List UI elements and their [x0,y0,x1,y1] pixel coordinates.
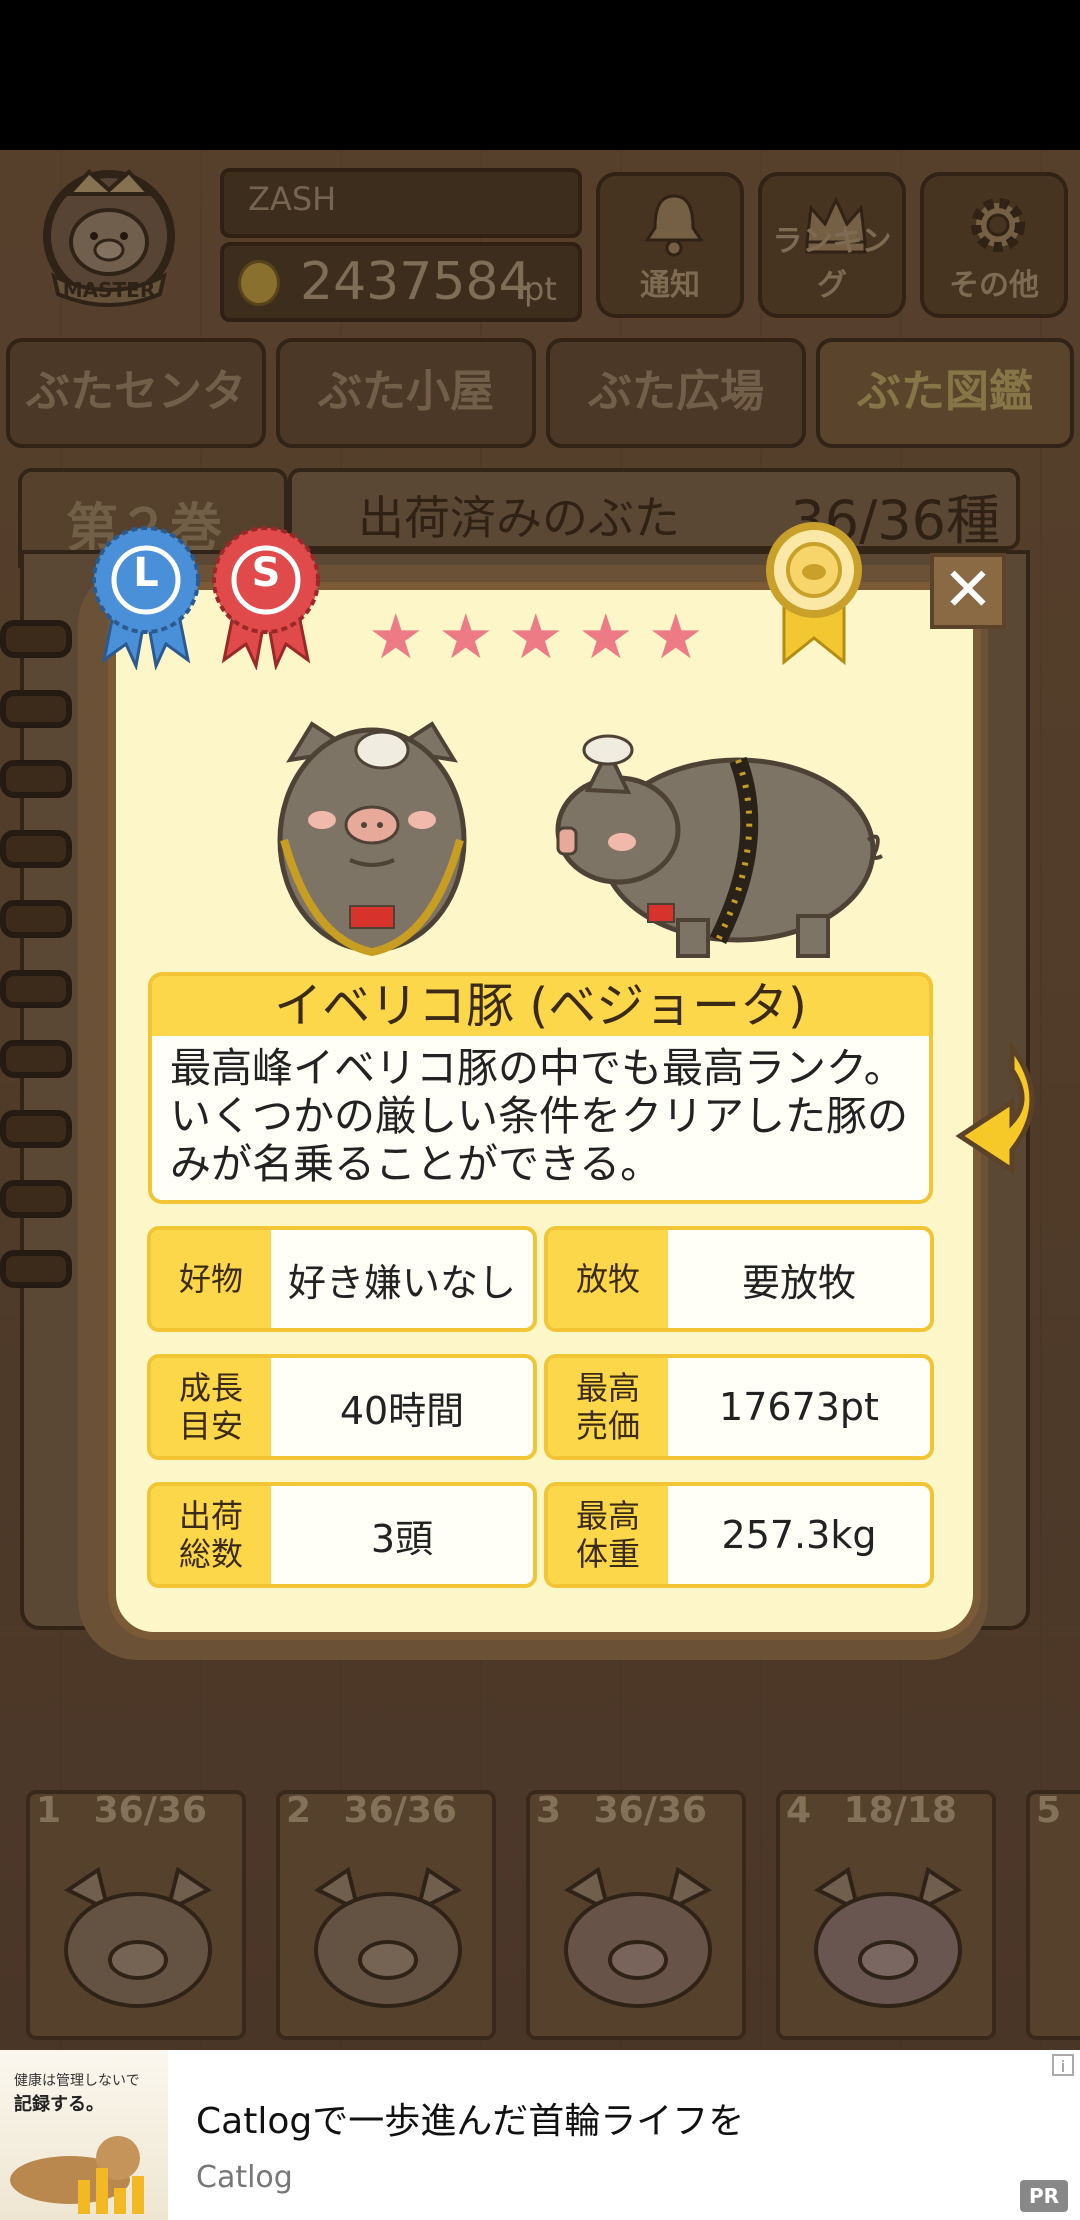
stat-value: 17673pt [719,1385,879,1429]
ranking-button[interactable]: ランキング [758,172,906,318]
points-value: 2437584 [300,252,532,312]
ad-headline[interactable]: Catlogで一歩進んだ首輪ライフを [196,2092,744,2144]
stat-label: 最高 体重 [548,1486,668,1584]
stat-label: 成長 目安 [151,1358,271,1456]
ad-image-text: 健康は管理しないで [14,2073,140,2089]
stat-label: 最高 売価 [548,1358,668,1456]
book-count: 18/18 [843,1790,957,1831]
book-title: 出荷済みのぶた [358,491,680,545]
stat-value: 3頭 [370,1516,434,1561]
other-button[interactable]: その他 [920,172,1068,318]
stat-value: 要放牧 [741,1260,856,1305]
binder-ring [0,1110,72,1148]
pig-side-illustration [555,734,883,958]
book-number: 3 [536,1790,562,1831]
notification-label: 通知 [640,268,700,303]
stat-max-price: 最高 売価 17673pt [544,1354,934,1460]
description-line: いくつかの厳しい条件をクリアした豚の [170,1092,908,1140]
other-label: その他 [949,268,1039,303]
bell-icon [644,194,704,257]
ranking-label: ランキング [772,224,892,303]
description-line: 最高峰イベリコ豚の中でも最高ランク。 [170,1044,905,1092]
book-volume-5[interactable]: 5 [1026,1790,1080,2040]
points-unit: pt [524,270,557,308]
ad-banner[interactable]: 健康は管理しないで 記録する。 Catlogで一歩進んだ首輪ライフを Catlo… [0,2050,1080,2220]
pig-front-illustration [277,721,467,957]
stat-shipped-total: 出荷 総数 3頭 [147,1482,537,1588]
stat-label: 放牧 [548,1230,668,1328]
rating-star: ★ [648,600,704,673]
stat-favorite-food: 好物 好き嫌いなし [147,1226,537,1332]
stat-max-weight: 最高 体重 257.3kg [544,1482,934,1588]
book-title-bar: 出荷済みのぶた 36/36種 [288,468,1020,552]
gold-medal-icon [766,522,862,666]
book-number: 4 [786,1790,812,1831]
rating-star: ★ [438,600,494,673]
player-name-panel: ZASH [220,168,582,238]
stat-value: 40時間 [339,1388,465,1433]
book-number: 1 [36,1790,62,1831]
ad-image[interactable]: 健康は管理しないで 記録する。 [0,2050,168,2220]
book-count: 36/36 [593,1790,707,1831]
stat-grazing: 放牧 要放牧 [544,1226,934,1332]
tab-buta-center[interactable]: ぶたセンター [6,338,266,517]
book-volume-2[interactable]: 2 36/36 [276,1790,496,2040]
pig-face-icon [564,1866,712,2008]
binder-ring [0,970,72,1008]
book-volume-3[interactable]: 3 36/36 [526,1790,746,2040]
badge-text: MASTER [62,278,156,302]
rating-star: ★ [578,600,634,673]
rating-star: ★ [508,600,564,673]
cat-photo-icon [10,2136,144,2214]
stat-value: 好き嫌いなし [287,1260,516,1305]
binder-ring [0,830,72,868]
binder-ring [0,1040,72,1078]
stat-label: 好物 [151,1230,271,1328]
binder-ring [0,900,72,938]
flip-arrow-icon[interactable] [952,1040,1052,1180]
ad-info-icon[interactable]: i [1052,2054,1074,2076]
tab-buta-koya[interactable]: ぶた小屋 [276,338,536,448]
binder-ring [0,1180,72,1218]
book-number: 5 [1036,1790,1062,1831]
book-count: 36/36 [343,1790,457,1831]
master-badge[interactable]: MASTER [34,164,184,314]
book-number: 2 [286,1790,312,1831]
player-name: ZASH [248,180,337,218]
ribbon-l-label: L [133,550,159,596]
stat-growth-time: 成長 目安 40時間 [147,1354,537,1460]
pig-description: 最高峰イベリコ豚の中でも最高ランク。 いくつかの厳しい条件をクリアした豚の みが… [148,1036,933,1204]
tab-buta-hiroba[interactable]: ぶた広場 [546,338,806,448]
close-button[interactable]: ✕ [930,553,1006,629]
points-panel: 2437584 pt [220,242,582,322]
ad-advertiser[interactable]: Catlog [196,2160,293,2195]
stat-value: 257.3kg [721,1513,877,1557]
book-count: 36/36 [93,1790,207,1831]
binder-ring [0,1250,72,1288]
binder-ring [0,690,72,728]
ad-pr-badge: PR [1020,2180,1068,2212]
gear-icon [971,198,1025,252]
notification-button[interactable]: 通知 [596,172,744,318]
binder-ring [0,760,72,798]
rating-star: ★ [368,600,424,673]
pig-face-icon [314,1866,462,2008]
tab-buta-zukan[interactable]: ぶた図鑑 [816,338,1074,448]
book-volume-4[interactable]: 4 18/18 [776,1790,996,2040]
pig-face-icon [814,1866,962,2008]
description-line: みが名乗ることができる。 [170,1140,662,1188]
pig-face-icon [64,1866,212,2008]
book-volume-1[interactable]: 1 36/36 [26,1790,246,2040]
stat-label: 出荷 総数 [151,1486,271,1584]
ribbon-s-label: S [251,550,281,596]
binder-ring [0,620,72,658]
coin-icon [238,260,280,306]
pig-name: イベリコ豚 (ベジョータ) [148,972,933,1036]
